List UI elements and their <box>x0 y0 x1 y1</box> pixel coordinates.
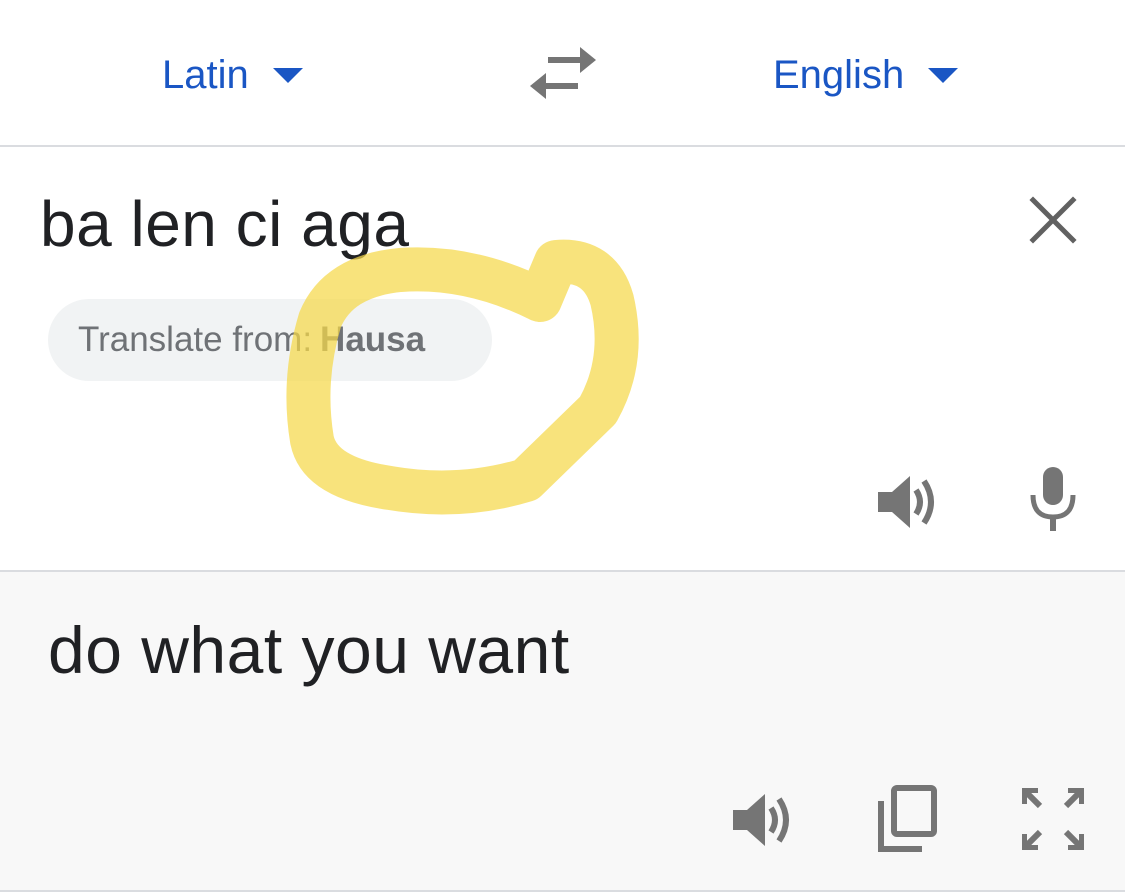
detect-chip-prefix: Translate from: <box>78 320 313 359</box>
source-language-selector[interactable]: Latin <box>162 50 305 100</box>
speaker-icon[interactable] <box>878 473 940 531</box>
close-icon[interactable] <box>1025 192 1081 248</box>
source-text-input[interactable]: ba len ci aga <box>40 187 409 261</box>
language-bar: Latin English <box>0 0 1125 147</box>
detected-language-chip[interactable]: Translate from: Hausa <box>48 299 492 381</box>
microphone-icon[interactable] <box>1028 467 1078 531</box>
detected-language-name: Hausa <box>320 320 426 359</box>
output-panel: do what you want <box>0 572 1125 892</box>
input-panel: ba len ci aga Translate from: Hausa <box>0 147 1125 572</box>
fullscreen-icon[interactable] <box>1022 788 1084 850</box>
caret-down-icon <box>272 68 303 83</box>
target-language-selector[interactable]: English <box>773 50 960 100</box>
translated-text: do what you want <box>48 613 570 687</box>
copy-icon[interactable] <box>878 785 938 853</box>
caret-down-icon <box>928 68 959 83</box>
target-language-label: English <box>773 52 905 97</box>
speaker-icon[interactable] <box>733 791 795 849</box>
source-language-label: Latin <box>162 52 249 97</box>
swap-arrows-icon[interactable] <box>530 47 596 99</box>
